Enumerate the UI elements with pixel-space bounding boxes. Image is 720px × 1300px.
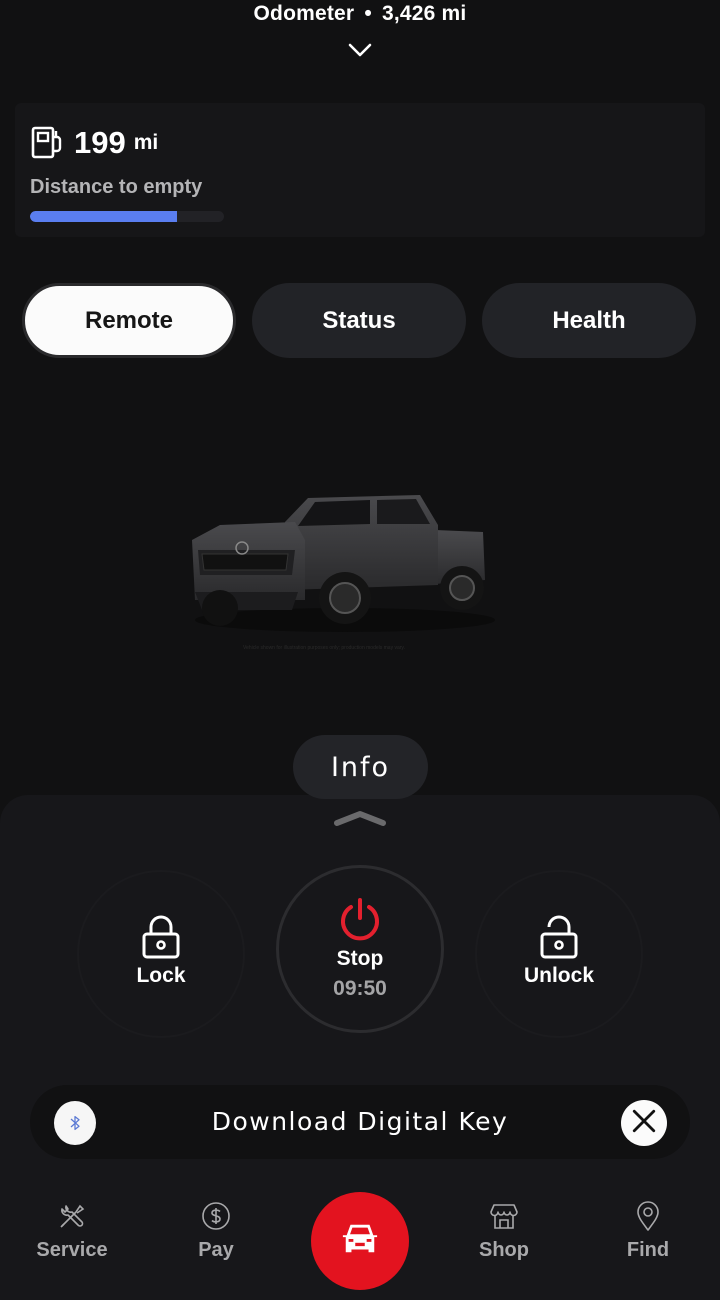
odometer-label: Odometer xyxy=(253,2,355,25)
close-icon xyxy=(631,1108,657,1139)
nav-find[interactable]: Find xyxy=(593,1200,703,1262)
tab-remote[interactable]: Remote xyxy=(22,283,236,358)
bottom-navigation: Service Pay Shop Find xyxy=(0,1190,720,1300)
unlock-label: Unlock xyxy=(523,964,594,987)
info-button[interactable]: Info xyxy=(293,735,428,799)
close-banner-button[interactable] xyxy=(621,1100,667,1146)
unlock-icon xyxy=(537,914,581,960)
lock-label: Lock xyxy=(136,964,186,987)
unlock-button[interactable]: Unlock xyxy=(475,870,643,1038)
nav-pay-label: Pay xyxy=(198,1239,234,1261)
vehicle-tabs: Remote Status Health xyxy=(22,283,698,359)
fuel-pump-icon xyxy=(30,125,66,161)
remote-start-timer: 09:50 xyxy=(333,977,387,1000)
nav-shop-label: Shop xyxy=(479,1239,529,1261)
tab-status[interactable]: Status xyxy=(252,283,466,358)
fuel-level-bar xyxy=(30,211,224,222)
fuel-range-unit: mi xyxy=(133,131,159,154)
fuel-range-label: Distance to empty xyxy=(30,176,203,198)
nav-service[interactable]: Service xyxy=(17,1200,127,1262)
download-digital-key-link[interactable]: Download Digital Key xyxy=(30,1085,690,1159)
dollar-circle-icon xyxy=(200,1200,232,1237)
pickup-truck-image xyxy=(180,480,500,650)
nav-find-label: Find xyxy=(626,1239,670,1261)
tab-health[interactable]: Health xyxy=(482,283,696,358)
lock-button[interactable]: Lock xyxy=(77,870,245,1038)
stop-engine-button[interactable]: Stop 09:50 xyxy=(276,865,444,1033)
fuel-range-value: 199 xyxy=(74,125,126,160)
remote-controls-sheet: Lock Stop 09:50 Unlock Download Digital … xyxy=(0,795,720,1300)
bluetooth-icon xyxy=(54,1101,96,1145)
odometer-value: 3,426 mi xyxy=(381,2,467,25)
vehicle-disclaimer: Vehicle shown for illustration purposes … xyxy=(243,645,405,651)
odometer-readout: Odometer • 3,426 mi xyxy=(0,2,720,26)
nav-service-label: Service xyxy=(36,1239,108,1261)
nav-pay[interactable]: Pay xyxy=(161,1200,271,1262)
fuel-range-card: 199 mi Distance to empty xyxy=(15,103,705,237)
stop-label: Stop xyxy=(336,947,384,970)
map-pin-icon xyxy=(632,1200,664,1237)
storefront-icon xyxy=(488,1200,520,1237)
nav-shop[interactable]: Shop xyxy=(449,1200,559,1262)
wrench-screwdriver-icon xyxy=(56,1200,88,1237)
lock-icon xyxy=(139,914,183,960)
vehicle-icon xyxy=(337,1220,383,1263)
fuel-level-fill xyxy=(30,211,178,222)
chevron-up-icon[interactable] xyxy=(333,809,387,827)
digital-key-banner: Download Digital Key xyxy=(30,1085,690,1159)
nav-vehicle[interactable] xyxy=(311,1192,409,1290)
chevron-down-icon[interactable] xyxy=(348,42,372,58)
odometer-separator: • xyxy=(364,2,372,25)
power-icon xyxy=(337,897,383,943)
